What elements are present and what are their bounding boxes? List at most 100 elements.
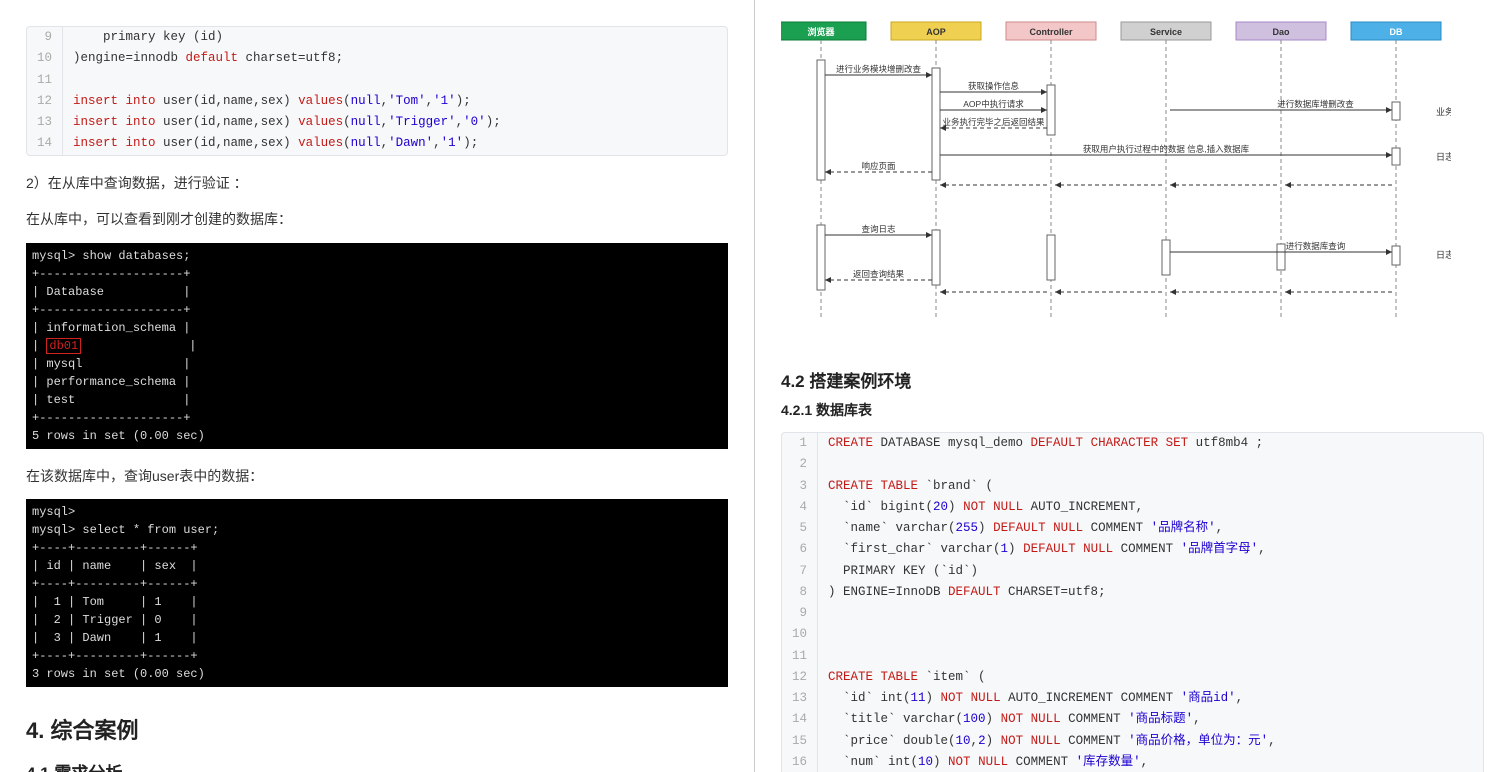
code-text: primary key (id) <box>63 27 223 48</box>
para-slave-db: 在从库中，可以查看到刚才创建的数据库： <box>26 206 728 233</box>
svg-text:日志表: 日志表 <box>1436 249 1451 260</box>
line-number: 7 <box>782 561 818 582</box>
line-number: 13 <box>782 688 818 709</box>
svg-text:日志表: 日志表 <box>1436 151 1451 162</box>
heading-4-1: 4.1 需求分析 <box>26 759 728 772</box>
line-number: 14 <box>27 133 63 154</box>
line-number: 5 <box>782 518 818 539</box>
heading-4-2: 4.2 搭建案例环境 <box>781 367 1484 392</box>
code-text <box>818 624 828 645</box>
code-line: 8) ENGINE=InnoDB DEFAULT CHARSET=utf8; <box>782 582 1483 603</box>
code-line: 12CREATE TABLE `item` ( <box>782 667 1483 688</box>
line-number: 11 <box>782 646 818 667</box>
page-right: 浏览器 AOP Controller Service Dao DB 进行业务模块增删改查获取… <box>755 0 1510 772</box>
line-number: 12 <box>27 91 63 112</box>
code-line: 16 `num` int(10) NOT NULL COMMENT '库存数量'… <box>782 752 1483 772</box>
code-line: 13 `id` int(11) NOT NULL AUTO_INCREMENT … <box>782 688 1483 709</box>
sequence-diagram: 浏览器 AOP Controller Service Dao DB 进行业务模块增删改查获取… <box>781 20 1451 330</box>
line-number: 4 <box>782 497 818 518</box>
code-text <box>818 603 828 624</box>
svg-text:响应页面: 响应页面 <box>861 161 896 171</box>
code-text: PRIMARY KEY (`id`) <box>818 561 978 582</box>
svg-text:浏览器: 浏览器 <box>807 26 835 37</box>
line-number: 14 <box>782 709 818 730</box>
svg-text:返回查询结果: 返回查询结果 <box>853 269 905 279</box>
line-number: 2 <box>782 454 818 475</box>
svg-text:获取操作信息: 获取操作信息 <box>968 81 1020 91</box>
code-text: `num` int(10) NOT NULL COMMENT '库存数量', <box>818 752 1148 772</box>
terminal-select-user: mysql> mysql> select * from user; +----+… <box>26 499 728 687</box>
code-text: `id` int(11) NOT NULL AUTO_INCREMENT COM… <box>818 688 1243 709</box>
line-number: 12 <box>782 667 818 688</box>
line-number: 10 <box>27 48 63 69</box>
code-line: 4 `id` bigint(20) NOT NULL AUTO_INCREMEN… <box>782 497 1483 518</box>
code-text: )engine=innodb default charset=utf8; <box>63 48 343 69</box>
document-container: 9 primary key (id)10)engine=innodb defau… <box>0 0 1510 772</box>
code-line: 10 <box>782 624 1483 645</box>
code-text: insert into user(id,name,sex) values(nul… <box>63 112 501 133</box>
terminal-show-databases: mysql> show databases; +----------------… <box>26 243 728 449</box>
svg-text:Controller: Controller <box>1029 27 1072 37</box>
code-text: `name` varchar(255) DEFAULT NULL COMMENT… <box>818 518 1223 539</box>
code-text: CREATE TABLE `item` ( <box>818 667 986 688</box>
line-number: 3 <box>782 476 818 497</box>
code-text: CREATE DATABASE mysql_demo DEFAULT CHARA… <box>818 433 1263 454</box>
code-block-2: 1CREATE DATABASE mysql_demo DEFAULT CHAR… <box>781 432 1484 772</box>
code-line: 6 `first_char` varchar(1) DEFAULT NULL C… <box>782 539 1483 560</box>
line-number: 6 <box>782 539 818 560</box>
code-line: 15 `price` double(10,2) NOT NULL COMMENT… <box>782 731 1483 752</box>
code-text: `price` double(10,2) NOT NULL COMMENT '商… <box>818 731 1276 752</box>
svg-text:业务执行完毕之后返回结果: 业务执行完毕之后返回结果 <box>942 117 1045 127</box>
svg-text:DB: DB <box>1390 27 1403 37</box>
svg-text:业务表: 业务表 <box>1436 106 1451 117</box>
code-text: `title` varchar(100) NOT NULL COMMENT '商… <box>818 709 1201 730</box>
code-line: 5 `name` varchar(255) DEFAULT NULL COMME… <box>782 518 1483 539</box>
line-number: 10 <box>782 624 818 645</box>
code-line: 10)engine=innodb default charset=utf8; <box>27 48 727 69</box>
svg-text:Service: Service <box>1150 27 1182 37</box>
code-line: 14insert into user(id,name,sex) values(n… <box>27 133 727 154</box>
code-line: 9 primary key (id) <box>27 27 727 48</box>
heading-4-2-1: 4.2.1 数据库表 <box>781 400 1484 420</box>
code-text: ) ENGINE=InnoDB DEFAULT CHARSET=utf8; <box>818 582 1106 603</box>
svg-text:查询日志: 查询日志 <box>861 224 896 234</box>
svg-text:获取用户执行过程中的数据 信息,插入数据库: 获取用户执行过程中的数据 信息,插入数据库 <box>1083 144 1250 154</box>
code-text <box>63 70 73 91</box>
code-line: 12insert into user(id,name,sex) values(n… <box>27 91 727 112</box>
code-line: 13insert into user(id,name,sex) values(n… <box>27 112 727 133</box>
heading-section-4: 4. 综合案例 <box>26 713 728 745</box>
code-text: insert into user(id,name,sex) values(nul… <box>63 133 478 154</box>
code-block-1: 9 primary key (id)10)engine=innodb defau… <box>26 26 728 156</box>
svg-text:进行业务模块增删改查: 进行业务模块增删改查 <box>836 64 922 74</box>
line-number: 13 <box>27 112 63 133</box>
code-text: `id` bigint(20) NOT NULL AUTO_INCREMENT, <box>818 497 1143 518</box>
para-query-user: 在该数据库中，查询user表中的数据： <box>26 463 728 490</box>
code-text: insert into user(id,name,sex) values(nul… <box>63 91 471 112</box>
code-text: CREATE TABLE `brand` ( <box>818 476 993 497</box>
line-number: 11 <box>27 70 63 91</box>
code-text <box>818 646 828 667</box>
code-line: 11 <box>782 646 1483 667</box>
svg-text:进行数据库增删改查: 进行数据库增删改查 <box>1277 99 1354 109</box>
line-number: 1 <box>782 433 818 454</box>
code-line: 2 <box>782 454 1483 475</box>
code-line: 11 <box>27 70 727 91</box>
line-number: 9 <box>27 27 63 48</box>
svg-text:AOP: AOP <box>926 27 946 37</box>
line-number: 8 <box>782 582 818 603</box>
svg-text:进行数据库查询: 进行数据库查询 <box>1286 241 1346 251</box>
line-number: 9 <box>782 603 818 624</box>
svg-text:AOP中执行请求: AOP中执行请求 <box>963 99 1024 109</box>
code-line: 14 `title` varchar(100) NOT NULL COMMENT… <box>782 709 1483 730</box>
code-text: `first_char` varchar(1) DEFAULT NULL COM… <box>818 539 1266 560</box>
code-line: 1CREATE DATABASE mysql_demo DEFAULT CHAR… <box>782 433 1483 454</box>
para-step2: 2）在从库中查询数据，进行验证 ： <box>26 170 728 197</box>
page-left: 9 primary key (id)10)engine=innodb defau… <box>0 0 755 772</box>
line-number: 15 <box>782 731 818 752</box>
code-line: 9 <box>782 603 1483 624</box>
line-number: 16 <box>782 752 818 772</box>
code-line: 7 PRIMARY KEY (`id`) <box>782 561 1483 582</box>
code-text <box>818 454 828 475</box>
svg-text:Dao: Dao <box>1272 27 1290 37</box>
code-line: 3CREATE TABLE `brand` ( <box>782 476 1483 497</box>
